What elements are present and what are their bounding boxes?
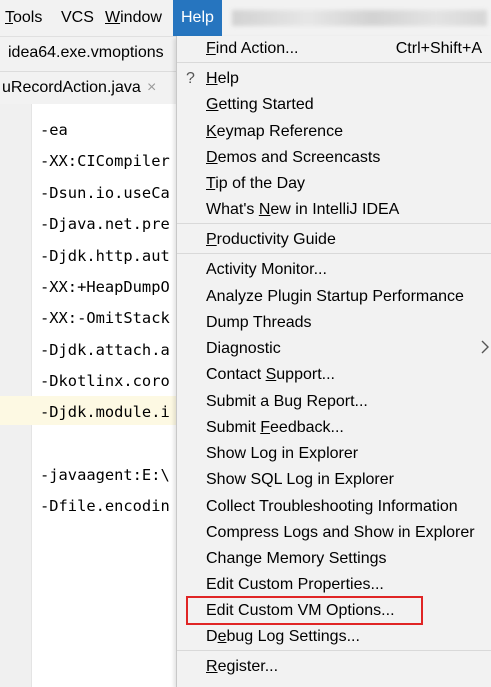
label-prefix: Contact	[206, 366, 266, 383]
file-tab-row: idea64.exe.vmoptions	[0, 37, 180, 72]
label: etting Started	[218, 96, 314, 113]
menu-item-activity-monitor[interactable]: Activity Monitor...	[206, 261, 327, 279]
label-prefix: D	[206, 628, 218, 645]
tab-close-icon[interactable]: ×	[147, 79, 156, 97]
menu-item-edit-custom-properties[interactable]: Edit Custom Properties...	[206, 576, 384, 594]
code-line: -XX:+HeapDumpO	[40, 278, 170, 296]
mnemonic: F	[206, 40, 216, 57]
label: ip of the Day	[215, 175, 306, 192]
label: elp	[217, 70, 239, 87]
menu-window-mnemonic: W	[105, 9, 121, 26]
code-line: -Djava.net.pre	[40, 215, 170, 233]
mnemonic: G	[206, 96, 219, 113]
menu-item-show-log[interactable]: Show Log in Explorer	[206, 445, 358, 463]
menu-window[interactable]: Window	[105, 0, 162, 36]
menu-help-label: Help	[181, 9, 214, 26]
menu-item-productivity-guide[interactable]: Productivity Guide	[206, 231, 336, 249]
menu-item-help[interactable]: Help	[206, 70, 239, 88]
code-editor[interactable]: -ea -XX:CICompiler -Dsun.io.useCa -Djava…	[0, 104, 180, 687]
menu-item-submit-feedback[interactable]: Submit Feedback...	[206, 419, 344, 437]
menu-item-demos[interactable]: Demos and Screencasts	[206, 149, 380, 167]
menu-separator	[177, 650, 491, 651]
menu-window-label: indow	[120, 9, 162, 26]
label: ew in IntelliJ IDEA	[270, 201, 400, 218]
code-line: -Djdk.http.aut	[40, 247, 170, 265]
code-line: -ea	[40, 121, 68, 139]
help-menu-dropdown: Find Action... Ctrl+Shift+A ? Help Getti…	[176, 36, 491, 687]
mnemonic: D	[206, 149, 218, 166]
menu-item-find-action[interactable]: Find Action...	[206, 40, 299, 58]
code-line: -Dsun.io.useCa	[40, 184, 170, 202]
label: ind Action...	[215, 40, 299, 57]
label: upport...	[276, 366, 335, 383]
code-line: -Djdk.attach.a	[40, 341, 170, 359]
menu-item-tip-of-the-day[interactable]: Tip of the Day	[206, 175, 305, 193]
code-line: -XX:-OmitStack	[40, 309, 170, 327]
code-line: -Dfile.encodin	[40, 497, 170, 515]
label: roductivity Guide	[216, 231, 336, 248]
mnemonic: K	[206, 123, 217, 140]
code-line: -javaagent:E:\	[40, 466, 170, 484]
menu-separator	[177, 62, 491, 63]
menu-item-contact-support[interactable]: Contact Support...	[206, 366, 335, 384]
mnemonic: P	[206, 231, 217, 248]
mnemonic: T	[206, 175, 216, 192]
editor-tab-row: uRecordAction.java ×	[0, 72, 180, 105]
menu-help[interactable]: Help	[173, 0, 222, 36]
code-line: -Djdk.module.i	[40, 403, 170, 421]
menu-item-getting-started[interactable]: Getting Started	[206, 96, 314, 114]
label: emos and Screencasts	[217, 149, 381, 166]
menu-item-show-sql-log[interactable]: Show SQL Log in Explorer	[206, 471, 394, 489]
menu-separator	[177, 223, 491, 224]
label: eedback...	[270, 419, 344, 436]
menu-bar: Tools VCS Window Help	[0, 0, 491, 37]
label: eymap Reference	[216, 123, 343, 140]
menu-tools[interactable]: Tools	[5, 0, 42, 36]
menu-item-diagnostic[interactable]: Diagnostic	[206, 340, 281, 358]
label-prefix: Submit	[206, 419, 261, 436]
mnemonic: N	[258, 201, 271, 218]
menu-separator	[177, 253, 491, 254]
label-prefix: What's	[206, 201, 259, 218]
tab-record-action[interactable]: uRecordAction.java	[2, 79, 141, 97]
menu-tools-mnemonic: T	[5, 9, 13, 26]
menu-vcs-label: VCS	[61, 9, 94, 26]
menu-item-dump-threads[interactable]: Dump Threads	[206, 314, 312, 332]
help-question-icon: ?	[186, 70, 195, 87]
menu-item-change-memory[interactable]: Change Memory Settings	[206, 550, 387, 568]
menu-item-collect-troubleshooting[interactable]: Collect Troubleshooting Information	[206, 498, 458, 516]
menu-item-register[interactable]: Register...	[206, 658, 278, 676]
window-title-blurred	[232, 10, 487, 26]
mnemonic: S	[265, 366, 277, 383]
menu-item-compress-logs[interactable]: Compress Logs and Show in Explorer	[206, 524, 475, 542]
label: bug Log Settings...	[226, 628, 360, 645]
menu-vcs[interactable]: VCS	[61, 0, 94, 36]
menu-item-debug-log-settings[interactable]: Debug Log Settings...	[206, 628, 360, 646]
menu-item-analyze-plugin[interactable]: Analyze Plugin Startup Performance	[206, 288, 464, 306]
mnemonic: H	[206, 70, 218, 87]
menu-item-keymap-reference[interactable]: Keymap Reference	[206, 123, 343, 141]
label: egister...	[217, 658, 279, 675]
mnemonic: R	[206, 658, 218, 675]
code-line: -Dkotlinx.coro	[40, 372, 170, 390]
submenu-arrow-icon	[481, 340, 489, 354]
tab-vmoptions[interactable]: idea64.exe.vmoptions	[8, 44, 164, 62]
code-line: -XX:CICompiler	[40, 152, 170, 170]
menu-tools-label: ools	[13, 9, 43, 26]
find-action-shortcut: Ctrl+Shift+A	[395, 40, 482, 57]
menu-item-whats-new[interactable]: What's New in IntelliJ IDEA	[206, 201, 399, 219]
mnemonic: F	[260, 419, 271, 436]
menu-item-submit-bug[interactable]: Submit a Bug Report...	[206, 393, 368, 411]
annotation-highlight-box	[186, 596, 423, 625]
